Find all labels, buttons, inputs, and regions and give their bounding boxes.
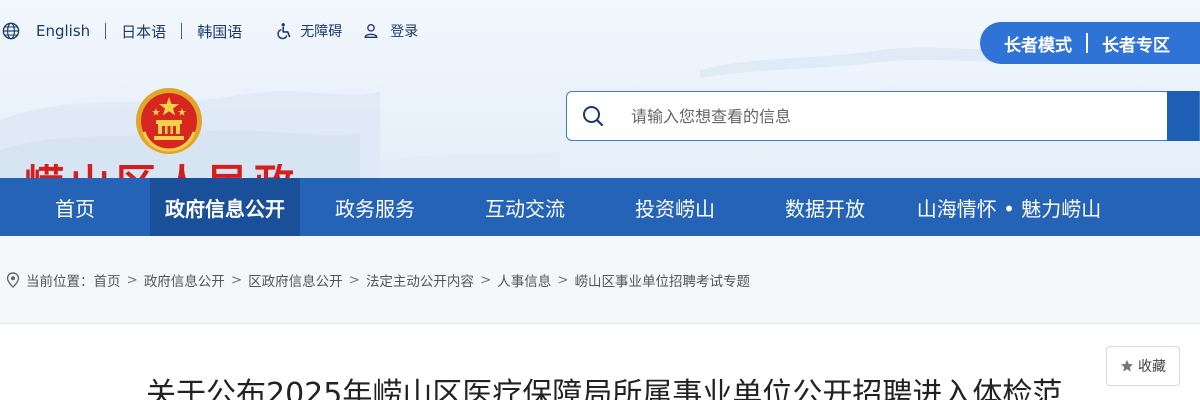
login-link[interactable]: 登录 (362, 21, 418, 41)
nav-item-interaction[interactable]: 互动交流 (450, 178, 600, 236)
breadcrumb-prefix: 当前位置： (26, 273, 94, 290)
breadcrumb-item-gov-info[interactable]: 政府信息公开 (144, 270, 225, 290)
favorite-label: 收藏 (1138, 359, 1166, 375)
breadcrumb: 当前位置： 首页 > 政府信息公开 > 区政府信息公开 > 法定主动公开内容 >… (0, 236, 1200, 324)
breadcrumb-separator: > (230, 271, 243, 288)
lang-japanese-link[interactable]: 日本语 (121, 21, 166, 42)
user-icon (364, 24, 378, 38)
lang-korean-link[interactable]: 韩国语 (197, 21, 242, 42)
article-title: 关于公布2025年崂山区医疗保障局所属事业单位公开招聘进入体检范 (146, 377, 1063, 400)
breadcrumb-item-personnel[interactable]: 人事信息 (497, 270, 551, 290)
breadcrumb-separator: > (479, 271, 492, 288)
divider (105, 23, 107, 39)
search-input[interactable] (631, 106, 1151, 126)
breadcrumb-item-home[interactable]: 首页 (94, 270, 121, 290)
breadcrumb-item-district-info[interactable]: 区政府信息公开 (248, 270, 343, 290)
globe-icon (2, 22, 20, 40)
article-content: 收藏 关于公布2025年崂山区医疗保障局所属事业单位公开招聘进入体检范 (0, 325, 1200, 400)
nav-item-gov-info[interactable]: 政府信息公开 (150, 178, 300, 236)
lang-english-link[interactable]: English (36, 22, 90, 40)
nav-item-charm-laoshan[interactable]: 山海情怀 • 魅力崂山 (900, 178, 1118, 236)
breadcrumb-item-statutory[interactable]: 法定主动公开内容 (366, 270, 474, 290)
elder-mode-button[interactable]: 长者模式 (980, 31, 1072, 56)
main-nav: 首页 政府信息公开 政务服务 互动交流 投资崂山 数据开放 山海情怀 • 魅力崂… (0, 178, 1200, 236)
breadcrumb-separator: > (348, 271, 360, 288)
login-label: 登录 (390, 24, 419, 40)
breadcrumb-item-recruitment[interactable]: 崂山区事业单位招聘考试专题 (575, 270, 751, 290)
breadcrumb-separator: > (126, 271, 138, 288)
search-icon (583, 106, 604, 127)
top-utility-bar: English 日本语 韩国语 无障碍 登录 (0, 14, 418, 48)
accessibility-label: 无障碍 (300, 24, 343, 40)
nav-item-home[interactable]: 首页 (0, 178, 150, 236)
nav-item-gov-services[interactable]: 政务服务 (300, 178, 450, 236)
divider (181, 23, 183, 39)
star-icon (1121, 360, 1133, 372)
elder-mode-bar: 长者模式 长者专区 (980, 22, 1200, 64)
site-title-logo: 崂山区人民政府 (24, 164, 344, 178)
favorite-button[interactable]: 收藏 (1106, 346, 1180, 386)
breadcrumb-separator: > (557, 271, 569, 288)
accessibility-link[interactable]: 无障碍 (276, 21, 342, 41)
search-bar (566, 91, 1200, 141)
national-emblem-icon (136, 88, 202, 154)
location-pin-icon (6, 271, 20, 288)
nav-item-invest[interactable]: 投资崂山 (600, 178, 750, 236)
wheelchair-icon (277, 23, 291, 40)
elder-zone-button[interactable]: 长者专区 (1088, 31, 1170, 56)
site-header: English 日本语 韩国语 无障碍 登录 长者模式 长者专区 请输入您想查看… (0, 0, 1200, 178)
nav-item-open-data[interactable]: 数据开放 (750, 178, 900, 236)
search-button[interactable] (1167, 91, 1199, 141)
